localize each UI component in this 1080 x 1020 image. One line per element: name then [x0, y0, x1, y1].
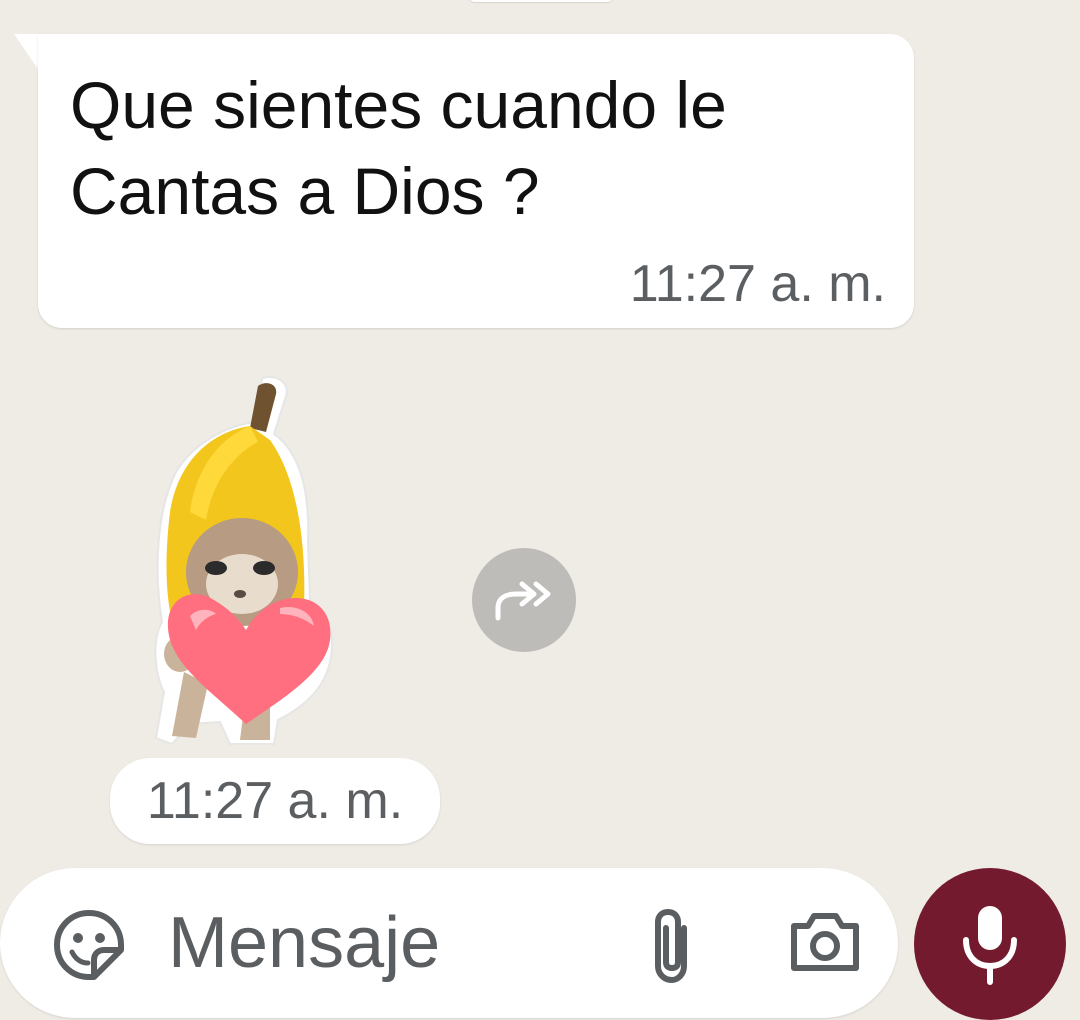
- emoji-sticker-button[interactable]: [52, 908, 126, 982]
- forward-icon: [495, 581, 551, 621]
- message-composer: [0, 868, 898, 1018]
- paperclip-icon: [655, 908, 687, 984]
- bubble-tail: [14, 34, 40, 72]
- camera-button[interactable]: [788, 910, 862, 974]
- message-input[interactable]: [168, 898, 608, 988]
- microphone-icon: [963, 906, 1017, 985]
- message-timestamp: 11:27 a. m.: [629, 255, 886, 313]
- emoji-sticker-icon: [54, 910, 124, 980]
- previous-message-edge: [468, 0, 614, 2]
- message-text: Que sientes cuando le Cantas a Dios ?: [70, 68, 727, 228]
- voice-message-button[interactable]: [914, 868, 1066, 1020]
- banana-cat-sticker[interactable]: [150, 372, 340, 750]
- attach-button[interactable]: [644, 906, 700, 986]
- sticker-timestamp: 11:27 a. m.: [110, 758, 440, 844]
- camera-icon: [791, 913, 859, 971]
- incoming-message-bubble[interactable]: Que sientes cuando le Cantas a Dios ? 11…: [38, 34, 914, 328]
- forward-button[interactable]: [472, 548, 576, 652]
